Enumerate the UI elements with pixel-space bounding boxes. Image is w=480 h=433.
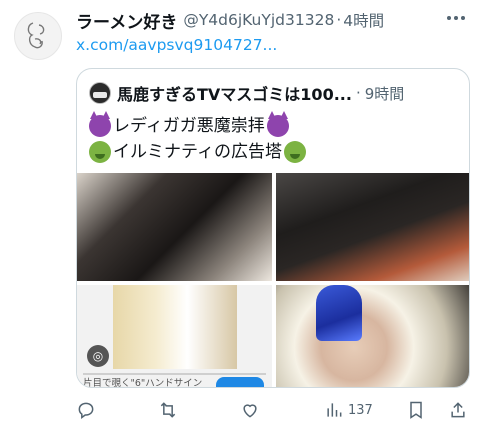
share-icon — [451, 402, 465, 418]
action-bar: 137 — [68, 396, 470, 424]
views-button[interactable]: 137 — [324, 396, 373, 424]
bookmark-icon — [410, 401, 422, 419]
user-handle[interactable]: @Y4d6jKuYjd31328 — [183, 11, 334, 29]
tweet-header: ラーメン好き @Y4d6jKuYjd31328 · 4時間 — [76, 8, 464, 33]
screenshot-photo — [113, 285, 237, 369]
devil-emoji-icon — [89, 111, 111, 137]
media-image-4[interactable] — [276, 285, 469, 387]
nauseated-emoji-icon — [89, 141, 111, 163]
quoted-avatar[interactable] — [89, 82, 111, 104]
media-image-2[interactable] — [276, 173, 469, 281]
media-image-3[interactable]: ◎ 片目で覗く"6"ハンドサイン — [77, 285, 272, 388]
lens-icon[interactable]: ◎ — [87, 345, 109, 367]
quoted-text: レディガガ悪魔崇拝 イルミナティの広告塔 — [89, 111, 306, 165]
quoted-text-line2: イルミナティの広告塔 — [113, 142, 282, 162]
avatar-sketch-icon — [27, 22, 45, 49]
reply-button[interactable] — [76, 396, 96, 424]
post-time[interactable]: 4時間 — [343, 9, 384, 31]
like-icon — [243, 404, 257, 418]
quoted-post-time[interactable]: 9時間 — [365, 83, 405, 104]
views-count: 137 — [348, 402, 373, 418]
quoted-separator-dot: · — [355, 84, 361, 102]
more-icon[interactable] — [442, 6, 470, 30]
reply-icon — [78, 402, 94, 419]
tweet-link[interactable]: x.com/aavpsvq9104727... — [76, 36, 277, 54]
quoted-tweet-header: 馬鹿すぎるTVマスゴミは100... · 9時間 — [89, 81, 457, 105]
quoted-text-line1: レディガガ悪魔崇拝 — [113, 116, 265, 136]
blue-glove-shape — [316, 285, 362, 341]
views-icon — [327, 403, 342, 417]
share-button[interactable] — [448, 396, 468, 424]
devil-emoji-icon — [266, 111, 289, 137]
separator-dot: · — [336, 11, 342, 29]
nauseated-emoji-icon — [283, 141, 306, 163]
media-caption: 片目で覗く"6"ハンドサイン — [83, 378, 203, 388]
like-button[interactable] — [240, 396, 260, 424]
retweet-button[interactable] — [158, 396, 178, 424]
avatar[interactable] — [14, 12, 62, 60]
media-grid: ◎ 片目で覗く"6"ハンドサイン — [77, 173, 469, 388]
quoted-display-name[interactable]: 馬鹿すぎるTVマスゴミは100... — [117, 81, 352, 105]
media-image-1[interactable] — [77, 173, 272, 281]
retweet-icon — [160, 402, 176, 418]
bookmark-button[interactable] — [406, 396, 426, 424]
blue-button-fragment — [216, 377, 264, 387]
display-name[interactable]: ラーメン好き — [76, 8, 177, 33]
quoted-tweet[interactable]: 馬鹿すぎるTVマスゴミは100... · 9時間 レディガガ悪魔崇拝 イルミナテ… — [76, 68, 470, 388]
